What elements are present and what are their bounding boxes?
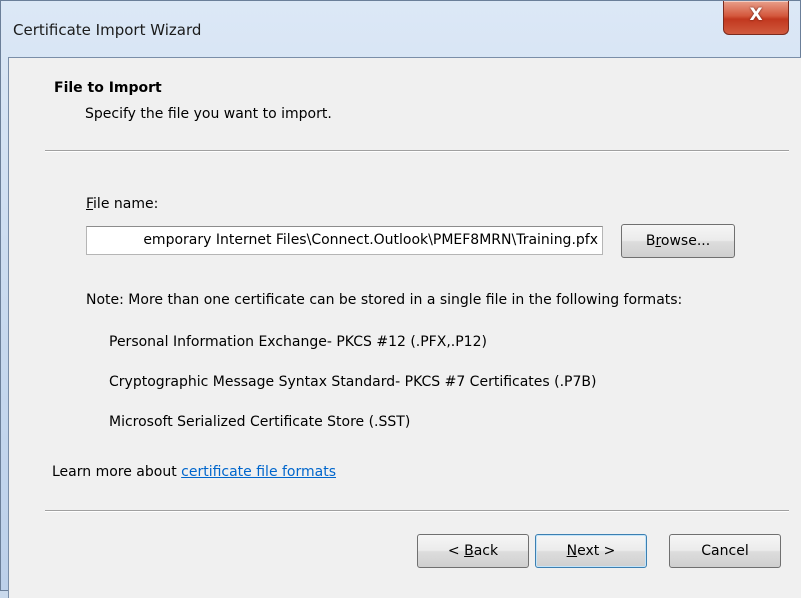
back-label-pre: < [447, 543, 465, 559]
page-title: File to Import [54, 80, 162, 96]
browse-label-post: owse... [660, 233, 711, 249]
page-subtitle: Specify the file you want to import. [85, 106, 332, 122]
file-name-input[interactable]: emporary Internet Files\Connect.Outlook\… [86, 226, 603, 255]
title-bar[interactable]: Certificate Import Wizard X [1, 1, 800, 55]
format-item-sst: Microsoft Serialized Certificate Store (… [109, 414, 411, 430]
browse-button[interactable]: Browse... [621, 224, 735, 258]
certificate-import-wizard-window: Certificate Import Wizard X File to Impo… [0, 0, 801, 598]
wizard-header: File to Import Specify the file you want… [9, 58, 801, 152]
close-icon: X [749, 5, 763, 25]
browse-label-pre: B [645, 233, 656, 249]
back-label-accel: B [464, 543, 474, 559]
header-separator [45, 150, 789, 152]
next-button[interactable]: Next > [535, 534, 647, 568]
file-name-label: File name: [86, 196, 158, 212]
certificate-file-formats-link[interactable]: certificate file formats [181, 464, 336, 480]
learn-more-text: Learn more about certificate file format… [52, 464, 336, 480]
cancel-button[interactable]: Cancel [669, 534, 781, 568]
learn-more-prefix: Learn more about [52, 464, 182, 480]
note-text: Note: More than one certificate can be s… [86, 292, 683, 308]
file-name-label-accel: F [86, 196, 94, 212]
format-item-p7b: Cryptographic Message Syntax Standard- P… [109, 374, 597, 390]
format-item-pfx: Personal Information Exchange- PKCS #12 … [109, 334, 487, 350]
footer-separator [45, 510, 789, 512]
next-label-accel: N [566, 543, 578, 559]
next-label-post: ext > [577, 543, 616, 559]
wizard-client-area: File to Import Specify the file you want… [8, 57, 801, 598]
back-label-post: ack [473, 543, 499, 559]
window-title: Certificate Import Wizard [13, 21, 202, 39]
file-name-label-text: ile name: [93, 196, 159, 212]
back-button[interactable]: < Back [417, 534, 529, 568]
close-button[interactable]: X [723, 1, 789, 35]
